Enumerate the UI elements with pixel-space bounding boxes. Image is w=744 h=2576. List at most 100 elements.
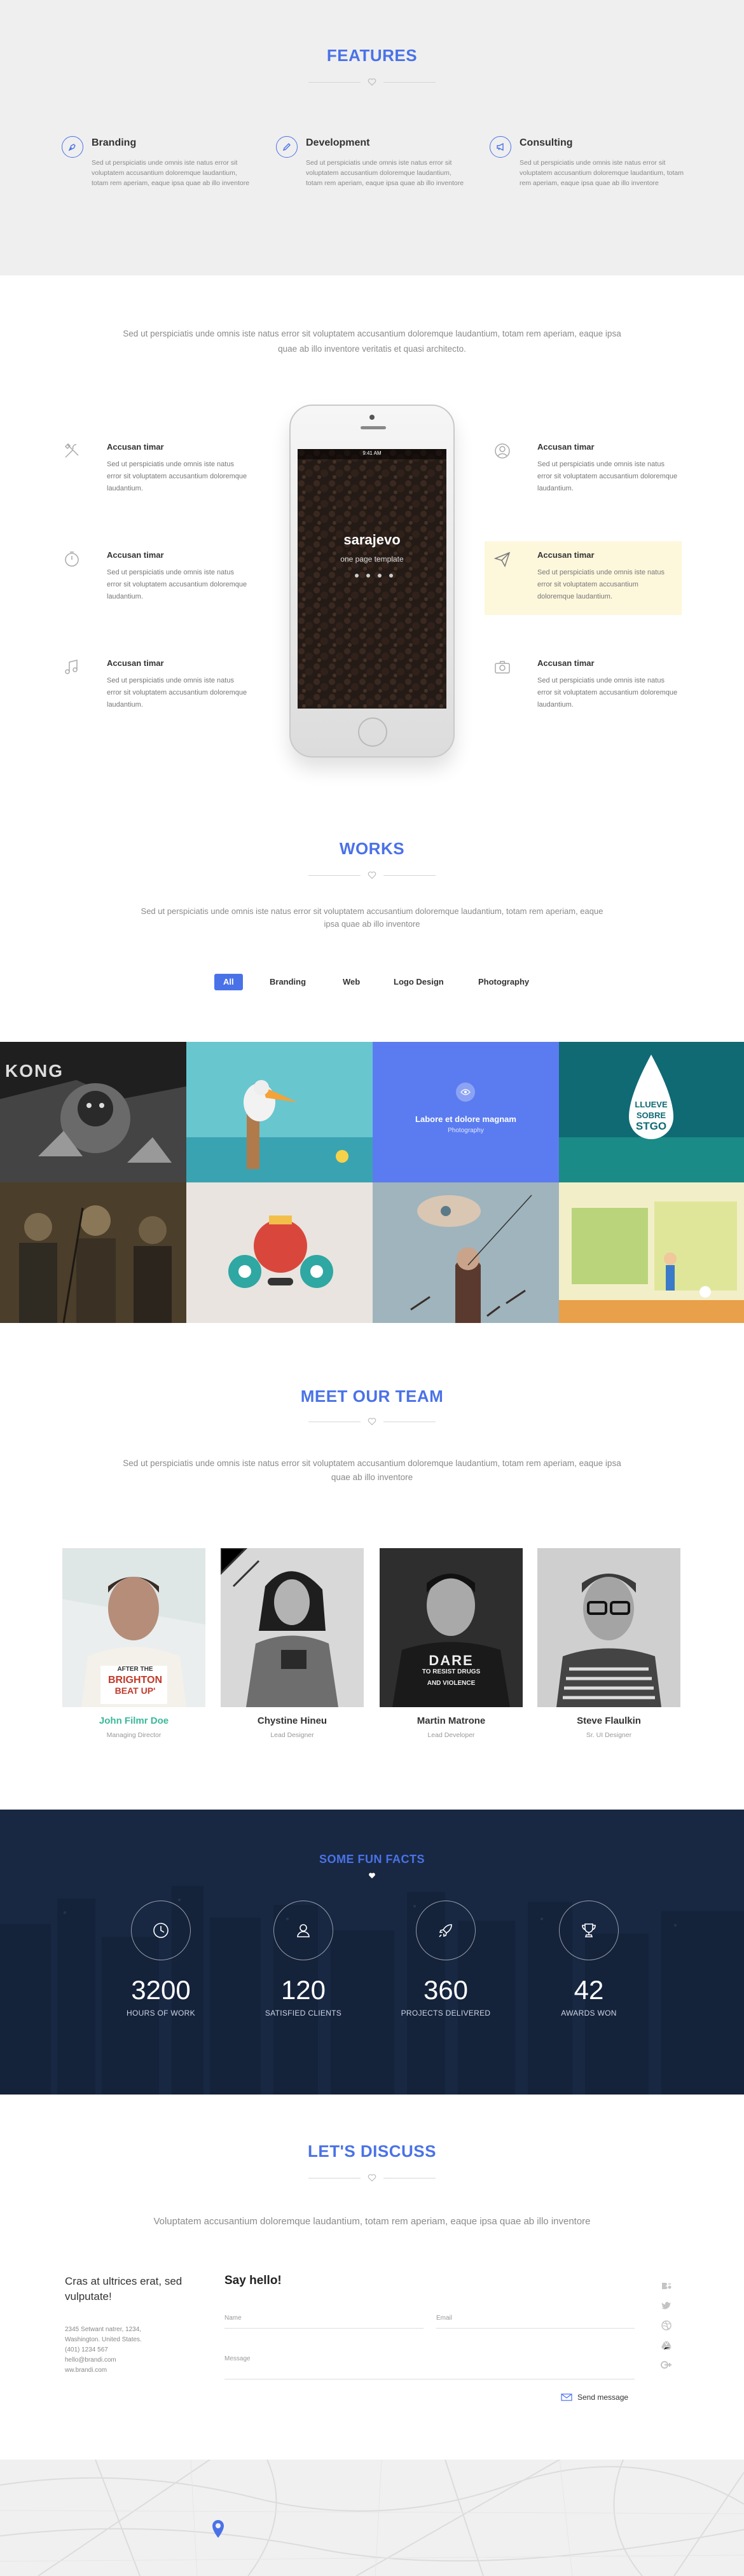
feature-title: Development (306, 137, 370, 148)
portfolio-item[interactable] (0, 1182, 186, 1323)
message-field[interactable]: Message (224, 2355, 635, 2379)
send-message-button[interactable]: Send message (561, 2391, 628, 2404)
title-divider (308, 2173, 436, 2182)
facts-title: SOME FUN FACTS (319, 1853, 425, 1866)
poster-line: SOBRE (636, 1111, 666, 1120)
pencil-icon (276, 136, 298, 158)
shirt-text: DARE TO RESIST DRUGS AND VIOLENCE (405, 1654, 497, 1689)
member-name: John Filmr Doe (99, 1715, 169, 1726)
phone-mockup: 9:41 AM sarajevo one page template (289, 405, 455, 758)
shirt-line: BRIGHTON (107, 1675, 163, 1686)
team-lead: Sed ut perspiciatis unde omnis iste natu… (123, 1458, 621, 1482)
tools-icon (60, 440, 83, 462)
form-heading: Say hello! (224, 2274, 282, 2287)
member-name: Chystine Hineu (257, 1715, 327, 1726)
discuss-title: LET'S DISCUSS (308, 2142, 436, 2161)
app-feature-title: Accusan timar (537, 658, 595, 668)
music-note-icon (60, 656, 83, 679)
google-drive-icon[interactable] (659, 2338, 673, 2352)
phone-speaker (361, 426, 386, 429)
phone-screen: 9:41 AM sarajevo one page template (298, 449, 446, 709)
filter-photography[interactable]: Photography (469, 974, 538, 990)
map-pin-icon[interactable] (211, 2519, 225, 2538)
poster-text: LLUEVE SOBRE STGO (623, 1099, 680, 1132)
paper-plane-icon (491, 548, 514, 571)
filter-logo-design[interactable]: Logo Design (385, 974, 453, 990)
linkedin-icon[interactable] (389, 574, 393, 578)
portfolio-item[interactable] (186, 1182, 373, 1323)
google-plus-icon[interactable] (659, 2358, 673, 2372)
phone-social-row (355, 574, 393, 580)
shirt-line: BEAT UP' (114, 1686, 156, 1696)
member-photo[interactable]: DARE TO RESIST DRUGS AND VIOLENCE (380, 1548, 523, 1707)
cartoon-street (559, 1182, 744, 1323)
heart-icon (368, 871, 376, 879)
portfolio-item-hover[interactable]: Labore et dolore magnam Photography (373, 1042, 559, 1182)
discuss-lead: Voluptatem accusantium doloremque laudan… (153, 2216, 591, 2227)
discuss-section: LET'S DISCUSS Voluptatem accusantium dol… (0, 2095, 744, 2460)
title-divider (308, 78, 436, 87)
app-name: sarajevo (343, 532, 401, 548)
hover-title: Labore et dolore magnam (415, 1114, 516, 1124)
surreal-portrait (373, 1182, 559, 1323)
app-lead: Sed ut perspiciatis unde omnis iste natu… (123, 329, 621, 354)
camera-icon (491, 656, 514, 679)
heart-icon (368, 2174, 376, 2182)
address-line: Washington. United States. (65, 2336, 142, 2343)
website-link[interactable]: ww.brandi.com (65, 2365, 142, 2376)
member-photo[interactable]: AFTER THE BRIGHTON BEAT UP' (62, 1548, 205, 1707)
app-feature-text: Sed ut perspiciatis unde omnis iste natu… (537, 677, 678, 709)
pelican-illustration (186, 1042, 373, 1182)
location-map[interactable] (0, 2460, 744, 2576)
portfolio-item[interactable]: KONG (0, 1042, 186, 1182)
filter-all[interactable]: All (214, 974, 243, 990)
filter-web[interactable]: Web (334, 974, 369, 990)
phone-camera (369, 415, 375, 420)
app-feature-title: Accusan timar (107, 658, 164, 668)
facts-section: SOME FUN FACTS (0, 1810, 744, 2095)
status-time: 9:41 AM (362, 450, 382, 456)
app-feature-title: Accusan timar (537, 442, 595, 452)
clock-icon (131, 1901, 191, 1960)
google-plus-icon[interactable] (378, 574, 382, 578)
fact-value: 120 (280, 1975, 326, 2005)
portfolio-item[interactable] (559, 1182, 744, 1323)
home-button[interactable] (358, 717, 387, 747)
twitter-icon[interactable] (659, 2299, 673, 2313)
poster-line: STGO (635, 1120, 667, 1132)
works-title: WORKS (339, 839, 405, 858)
eye-icon[interactable] (456, 1083, 475, 1102)
member-role: Lead Designer (270, 1731, 314, 1739)
contact-heading: Cras at ultrices erat, sed vulputate! (65, 2275, 183, 2302)
trophy-icon (559, 1901, 619, 1960)
portfolio-item[interactable] (373, 1182, 559, 1323)
portrait (221, 1548, 364, 1707)
user-icon (273, 1901, 333, 1960)
portfolio-item[interactable] (186, 1042, 373, 1182)
app-feature-title: Accusan timar (537, 550, 595, 560)
filter-branding[interactable]: Branding (261, 974, 315, 990)
facebook-icon[interactable] (366, 574, 370, 578)
member-photo[interactable] (537, 1548, 680, 1707)
email-field[interactable]: Email (436, 2315, 635, 2329)
dribbble-icon[interactable] (659, 2318, 673, 2332)
shirt-text: AFTER THE BRIGHTON BEAT UP' (102, 1664, 169, 1696)
member-photo[interactable] (221, 1548, 364, 1707)
twitter-icon[interactable] (355, 574, 359, 578)
robots-illustration (186, 1182, 373, 1323)
envelope-icon (561, 2393, 572, 2401)
feature-text: Sed ut perspiciatis unde omnis iste natu… (92, 159, 250, 187)
address-line: 2345 Setwant natrer, 1234, (65, 2326, 142, 2333)
portfolio-item[interactable]: LLUEVE SOBRE STGO (559, 1042, 744, 1182)
behance-icon[interactable] (659, 2279, 673, 2293)
team-title: MEET OUR TEAM (300, 1387, 444, 1406)
email-link[interactable]: hello@brandi.com (65, 2355, 142, 2365)
features-title: FEATURES (326, 46, 418, 65)
name-field[interactable]: Name (224, 2315, 424, 2329)
feature-text: Sed ut perspiciatis unde omnis iste natu… (520, 159, 684, 187)
poster-line: LLUEVE (635, 1100, 668, 1109)
soldiers-photo (0, 1182, 186, 1323)
app-tagline: one page template (340, 555, 404, 564)
app-feature-text: Sed ut perspiciatis unde omnis iste natu… (107, 569, 247, 600)
fact-value: 42 (574, 1975, 604, 2005)
